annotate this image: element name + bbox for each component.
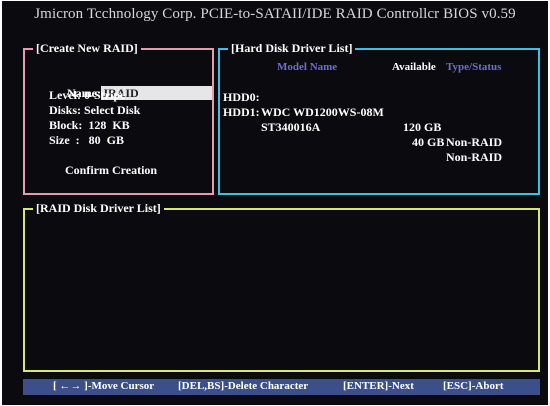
enter-next-hint: [ENTER]-Next — [343, 380, 414, 392]
hdd-available: 40 GB — [412, 135, 445, 149]
create-raid-panel: [Create New RAID] Name:JRAID Level: 0-St… — [23, 41, 214, 195]
footer-help-bar: [ ←→ ]-Move Cursor [DEL,BS]-Delete Chara… — [23, 379, 540, 395]
hdd-type: Non-RAID — [446, 150, 503, 164]
header-type-status: Type/Status — [446, 61, 502, 73]
hdd-row[interactable]: HDD1: ST340016A 40 GB Non-RAID — [223, 90, 502, 180]
header-model-name: Model Name — [277, 61, 338, 73]
hard-disk-list-panel: [Hard Disk Driver List] Model Name Avail… — [218, 41, 540, 195]
delete-character-hint: [DEL,BS]-Delete Character — [178, 380, 309, 392]
hdd-id: HDD1: — [223, 105, 260, 119]
raid-disk-list-panel: [RAID Disk Driver List] — [23, 201, 540, 372]
size-field[interactable]: Size : 80 GB — [49, 133, 124, 148]
move-cursor-hint: [ ←→ ]-Move Cursor — [53, 380, 155, 392]
hdd-type: Non-RAID — [446, 135, 503, 149]
hdd-model: WDC WD1200WS-08M — [261, 105, 384, 119]
raid-disk-list-title: [RAID Disk Driver List] — [33, 201, 164, 216]
disks-field[interactable]: Disks: Select Disk — [49, 103, 140, 118]
confirm-creation-button[interactable]: Confirm Creation — [65, 163, 157, 178]
hard-disk-list-title: [Hard Disk Driver List] — [228, 41, 356, 56]
header-available: Available — [392, 61, 436, 73]
hdd-model: ST340016A — [261, 120, 321, 134]
bios-title: Jmicron Tcchnology Corp. PCIE-to-SATAII/… — [34, 6, 516, 22]
level-field[interactable]: Level: 0-Stripe — [49, 88, 125, 103]
hdd-available: 120 GB — [403, 120, 442, 134]
esc-abort-hint: [ESC]-Abort — [443, 380, 504, 392]
bios-screen: Jmicron Tcchnology Corp. PCIE-to-SATAII/… — [2, 1, 548, 405]
create-raid-panel-title: [Create New RAID] — [33, 41, 141, 56]
block-field[interactable]: Block: 128 KB — [49, 118, 130, 133]
